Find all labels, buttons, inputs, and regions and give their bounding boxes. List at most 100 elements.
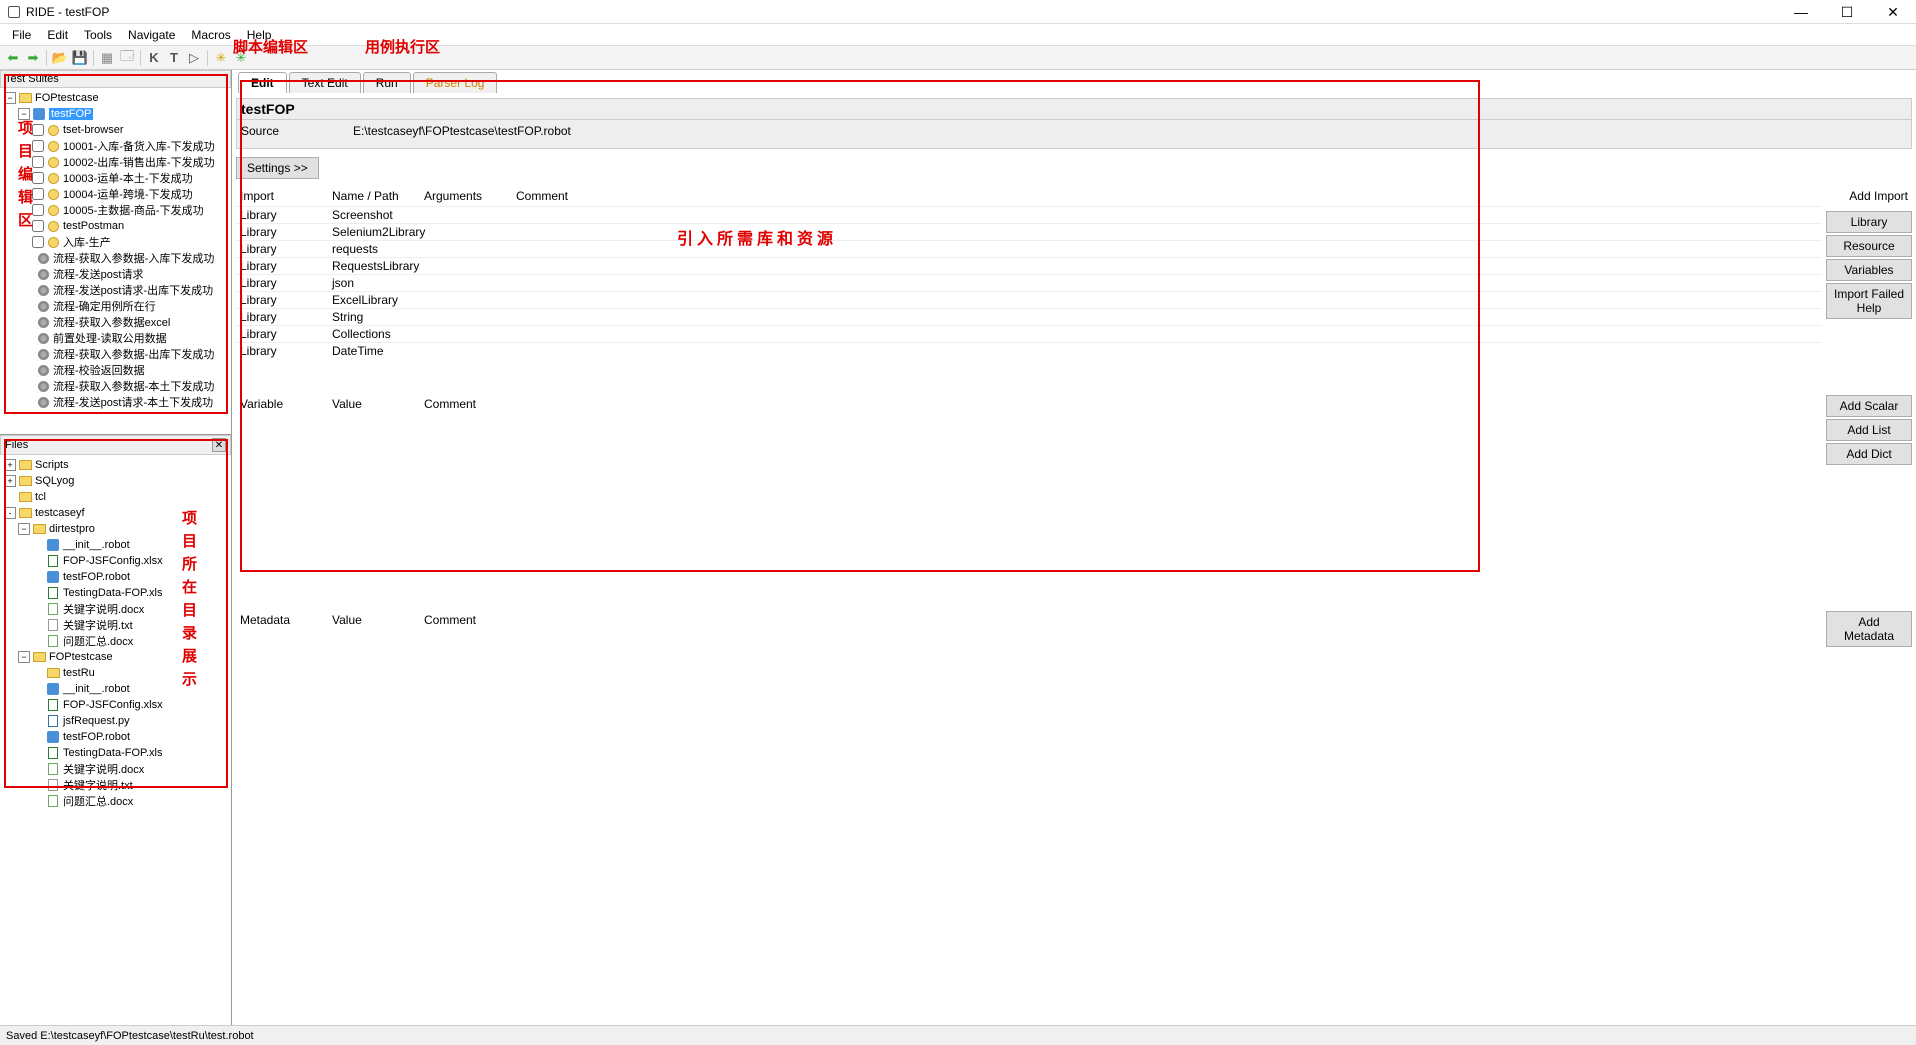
grid-icon[interactable]: ▦ — [98, 49, 116, 67]
tree-root[interactable]: − FOPtestcase — [2, 90, 229, 106]
gear-icon — [38, 285, 49, 296]
collapse-icon[interactable]: − — [4, 92, 16, 104]
add-dict-button[interactable]: Add Dict — [1826, 443, 1912, 465]
import-failed-help-button[interactable]: Import Failed Help — [1826, 283, 1912, 319]
tree-suite-selected[interactable]: − testFOP — [2, 106, 229, 122]
import-comment — [512, 292, 1822, 308]
expand-icon[interactable]: + — [4, 475, 16, 487]
maximize-button[interactable]: ☐ — [1824, 0, 1870, 24]
files-header: Files ✕ — [0, 435, 231, 455]
tree-keyword[interactable]: 前置处理-读取公用数据 — [2, 330, 229, 346]
tree-testcase[interactable]: 10002-出库-销售出库-下发成功 — [2, 154, 229, 170]
files-item[interactable]: testFOP.robot — [2, 729, 229, 745]
tree-keyword[interactable]: 流程-发送post请求 — [2, 266, 229, 282]
tab-run[interactable]: Run — [363, 72, 411, 93]
import-row[interactable]: Libraryrequests — [236, 240, 1822, 257]
menu-edit[interactable]: Edit — [39, 26, 76, 44]
tree-keyword[interactable]: 流程-校验返回数据 — [2, 362, 229, 378]
close-button[interactable]: ✕ — [1870, 0, 1916, 24]
testcase-checkbox[interactable] — [32, 236, 44, 248]
tree-testcase[interactable]: 入库-生产 — [2, 234, 229, 250]
tree-keyword[interactable]: 流程-获取入参数据-本土下发成功 — [2, 378, 229, 394]
import-row[interactable]: LibraryString — [236, 308, 1822, 325]
tree-keyword[interactable]: 流程-获取入参数据excel — [2, 314, 229, 330]
import-row[interactable]: LibraryRequestsLibrary — [236, 257, 1822, 274]
tree-testcase[interactable]: 10004-运单-跨境-下发成功 — [2, 186, 229, 202]
variables-button[interactable]: Variables — [1826, 259, 1912, 281]
gear-icon[interactable]: ✳ — [212, 49, 230, 67]
add-list-button[interactable]: Add List — [1826, 419, 1912, 441]
import-row[interactable]: Libraryjson — [236, 274, 1822, 291]
collapse-icon[interactable]: − — [18, 651, 30, 663]
menu-navigate[interactable]: Navigate — [120, 26, 183, 44]
run-icon[interactable]: ▷ — [185, 49, 203, 67]
tree-testcase[interactable]: 10005-主数据-商品-下发成功 — [2, 202, 229, 218]
close-icon[interactable]: ✕ — [212, 438, 226, 452]
import-row[interactable]: LibraryExcelLibrary — [236, 291, 1822, 308]
tree-keyword[interactable]: 流程-发送post请求-出库下发成功 — [2, 282, 229, 298]
tree-label: 流程-确定用例所在行 — [53, 298, 156, 314]
collapse-icon[interactable]: − — [18, 523, 30, 535]
expand-icon[interactable]: + — [4, 459, 16, 471]
text-file-icon — [48, 779, 58, 791]
import-name: Screenshot — [328, 207, 420, 223]
files-item[interactable]: 关键字说明.docx — [2, 761, 229, 777]
tree-testcase[interactable]: 10001-入库-备货入库-下发成功 — [2, 138, 229, 154]
settings-button[interactable]: Settings >> — [236, 157, 319, 179]
files-item[interactable]: TestingData-FOP.xls — [2, 745, 229, 761]
import-row[interactable]: LibraryScreenshot — [236, 206, 1822, 223]
files-folder[interactable]: +SQLyog — [2, 473, 229, 489]
back-icon[interactable]: ⬅ — [4, 49, 22, 67]
toolbar-separator — [46, 50, 47, 66]
collapse-icon[interactable]: - — [4, 507, 16, 519]
testcase-icon — [48, 205, 59, 216]
import-type: Library — [236, 326, 328, 342]
import-row[interactable]: LibrarySelenium2Library — [236, 223, 1822, 240]
menu-file[interactable]: File — [4, 26, 39, 44]
tree-testcase[interactable]: 10003-运单-本土-下发成功 — [2, 170, 229, 186]
preview-icon[interactable]: 🗔 — [118, 49, 136, 67]
minimize-button[interactable]: — — [1778, 0, 1824, 24]
robot-file-icon — [47, 571, 59, 583]
tree-label: 关键字说明.txt — [63, 617, 133, 633]
tree-testcase[interactable]: tset-browser — [2, 122, 229, 138]
import-comment — [512, 275, 1822, 291]
files-item[interactable]: FOP-JSFConfig.xlsx — [2, 697, 229, 713]
files-folder[interactable]: +Scripts — [2, 457, 229, 473]
robot-file-icon — [47, 539, 59, 551]
open-icon[interactable]: 📂 — [51, 49, 69, 67]
imports-side-buttons: Add Import Library Resource Variables Im… — [1822, 187, 1912, 359]
add-metadata-button[interactable]: Add Metadata — [1826, 611, 1912, 647]
tree-keyword[interactable]: 流程-获取入参数据-出库下发成功 — [2, 346, 229, 362]
tree-keyword[interactable]: 流程-确定用例所在行 — [2, 298, 229, 314]
tab-edit[interactable]: Edit — [238, 72, 287, 93]
menu-tools[interactable]: Tools — [76, 26, 120, 44]
metadata-grid[interactable]: Metadata Value Comment — [236, 611, 1822, 647]
import-row[interactable]: LibraryDateTime — [236, 342, 1822, 359]
keyword-icon[interactable]: K — [145, 49, 163, 67]
imports-grid[interactable]: Import Name / Path Arguments Comment Lib… — [236, 187, 1822, 359]
tree-label: 关键字说明.docx — [63, 601, 144, 617]
files-folder[interactable]: tcl — [2, 489, 229, 505]
files-item[interactable]: 关键字说明.txt — [2, 777, 229, 793]
variables-grid[interactable]: Variable Value Comment — [236, 395, 1822, 465]
tab-text-edit[interactable]: Text Edit — [289, 72, 361, 93]
files-item[interactable]: 问题汇总.docx — [2, 793, 229, 809]
testcase-icon[interactable]: T — [165, 49, 183, 67]
files-item[interactable]: jsfRequest.py — [2, 713, 229, 729]
import-row[interactable]: LibraryCollections — [236, 325, 1822, 342]
add-scalar-button[interactable]: Add Scalar — [1826, 395, 1912, 417]
tree-testcase[interactable]: testPostman — [2, 218, 229, 234]
forward-icon[interactable]: ➡ — [24, 49, 42, 67]
annotation-project-dir: 项目所在目录展示 — [178, 510, 199, 694]
tab-parser-log[interactable]: Parser Log — [413, 72, 498, 93]
tree-label: 前置处理-读取公用数据 — [53, 330, 167, 346]
library-button[interactable]: Library — [1826, 211, 1912, 233]
tree-keyword[interactable]: 流程-发送post请求-本土下发成功 — [2, 394, 229, 410]
resource-button[interactable]: Resource — [1826, 235, 1912, 257]
save-icon[interactable]: 💾 — [71, 49, 89, 67]
col-comment: Comment — [512, 187, 1822, 205]
tree-keyword[interactable]: 流程-获取入参数据-入库下发成功 — [2, 250, 229, 266]
menu-macros[interactable]: Macros — [183, 26, 238, 44]
collapse-icon[interactable]: − — [18, 108, 30, 120]
